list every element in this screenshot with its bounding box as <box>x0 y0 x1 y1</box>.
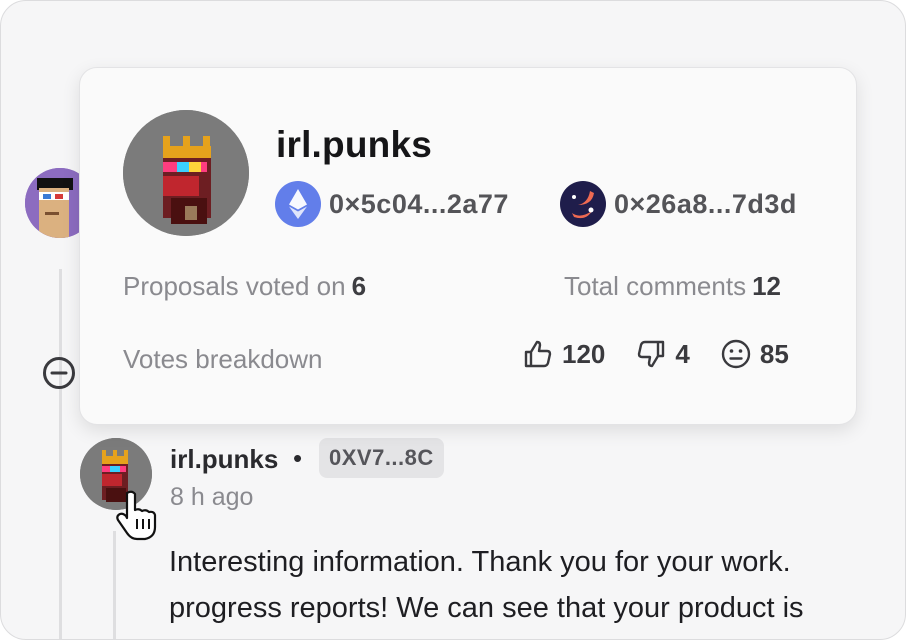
comment-body-line: progress reports! We can see that your p… <box>169 592 804 624</box>
total-comments-value: 12 <box>752 271 781 301</box>
starknet-address[interactable]: 0×26a8...7d3d <box>560 181 797 227</box>
votes-neutral-count: 85 <box>759 338 789 369</box>
proposals-voted-value: 6 <box>351 271 367 301</box>
votes-up-count: 120 <box>562 338 606 369</box>
address-badge[interactable]: 0XV7...8C <box>319 438 444 478</box>
comment-body-line: Interesting information. Thank you for y… <box>169 546 791 578</box>
thumbs-down-icon <box>638 340 665 368</box>
thread-line <box>59 269 62 639</box>
reply-thread-line <box>113 531 116 639</box>
votes-breakdown: 120 4 85 <box>522 338 789 370</box>
app-frame: irl.punks • 0XV7...8C 8 h ago Interestin… <box>0 0 906 640</box>
eth-address[interactable]: 0×5c04...2a77 <box>275 181 509 227</box>
neutral-face-icon <box>721 339 751 369</box>
eth-address-text: 0×5c04...2a77 <box>329 188 509 219</box>
profile-name: irl.punks <box>276 124 432 165</box>
profile-hover-card: irl.punks 0×5c04...2a77 0×26a8...7d3d Pr… <box>79 67 857 425</box>
total-comments-label: Total comments <box>564 271 747 301</box>
proposals-voted-label: Proposals voted on <box>123 271 346 301</box>
votes-neutral: 85 <box>720 338 789 370</box>
profile-avatar <box>123 110 249 236</box>
proposals-voted-stat: Proposals voted on 6 <box>123 271 366 302</box>
votes-down-count: 4 <box>675 338 690 369</box>
comment-author-name[interactable]: irl.punks <box>170 444 278 475</box>
starknet-icon <box>560 181 606 227</box>
collapse-minus-icon[interactable] <box>42 356 76 390</box>
votes-up: 120 <box>522 338 605 370</box>
hand-pointer-icon <box>116 490 157 541</box>
starknet-address-text: 0×26a8...7d3d <box>614 188 797 219</box>
comment-timestamp: 8 h ago <box>170 483 254 511</box>
ethereum-icon <box>275 181 321 227</box>
total-comments-stat: Total comments 12 <box>564 271 781 302</box>
thumbs-up-icon <box>524 340 552 368</box>
separator-dot: • <box>293 443 303 473</box>
votes-down: 4 <box>635 338 690 370</box>
votes-breakdown-label: Votes breakdown <box>123 344 323 374</box>
comment-body: Interesting information. Thank you for y… <box>169 539 804 631</box>
